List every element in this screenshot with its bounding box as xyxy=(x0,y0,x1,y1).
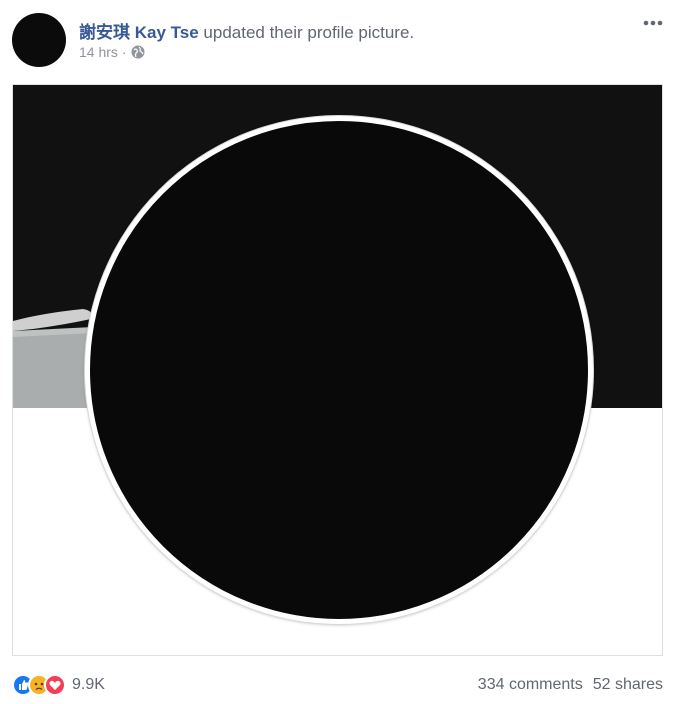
post-timestamp[interactable]: 14 hrs xyxy=(79,44,118,60)
post-stats: 334 comments 52 shares xyxy=(478,676,663,694)
author-name-link[interactable]: 謝安琪 Kay Tse xyxy=(79,23,199,42)
meta-separator: · xyxy=(121,44,127,60)
post-headline: 謝安琪 Kay Tse updated their profile pictur… xyxy=(79,18,414,43)
more-options-icon[interactable] xyxy=(641,14,665,32)
globe-icon[interactable] xyxy=(131,45,145,59)
reaction-count[interactable]: 9.9K xyxy=(72,676,105,694)
author-avatar[interactable] xyxy=(12,13,66,67)
profile-picture-photo[interactable] xyxy=(12,84,663,656)
facebook-post: 謝安琪 Kay Tse updated their profile pictur… xyxy=(0,0,673,704)
shares-count-link[interactable]: 52 shares xyxy=(593,676,663,694)
love-icon xyxy=(44,674,66,696)
post-meta: 14 hrs · xyxy=(79,44,145,60)
post-footer: 9.9K 334 comments 52 shares xyxy=(12,672,663,698)
post-action-text: updated their profile picture. xyxy=(203,23,415,42)
reactions-summary[interactable]: 9.9K xyxy=(12,674,105,696)
profile-picture-circle xyxy=(85,116,593,624)
comments-count-link[interactable]: 334 comments xyxy=(478,676,583,694)
